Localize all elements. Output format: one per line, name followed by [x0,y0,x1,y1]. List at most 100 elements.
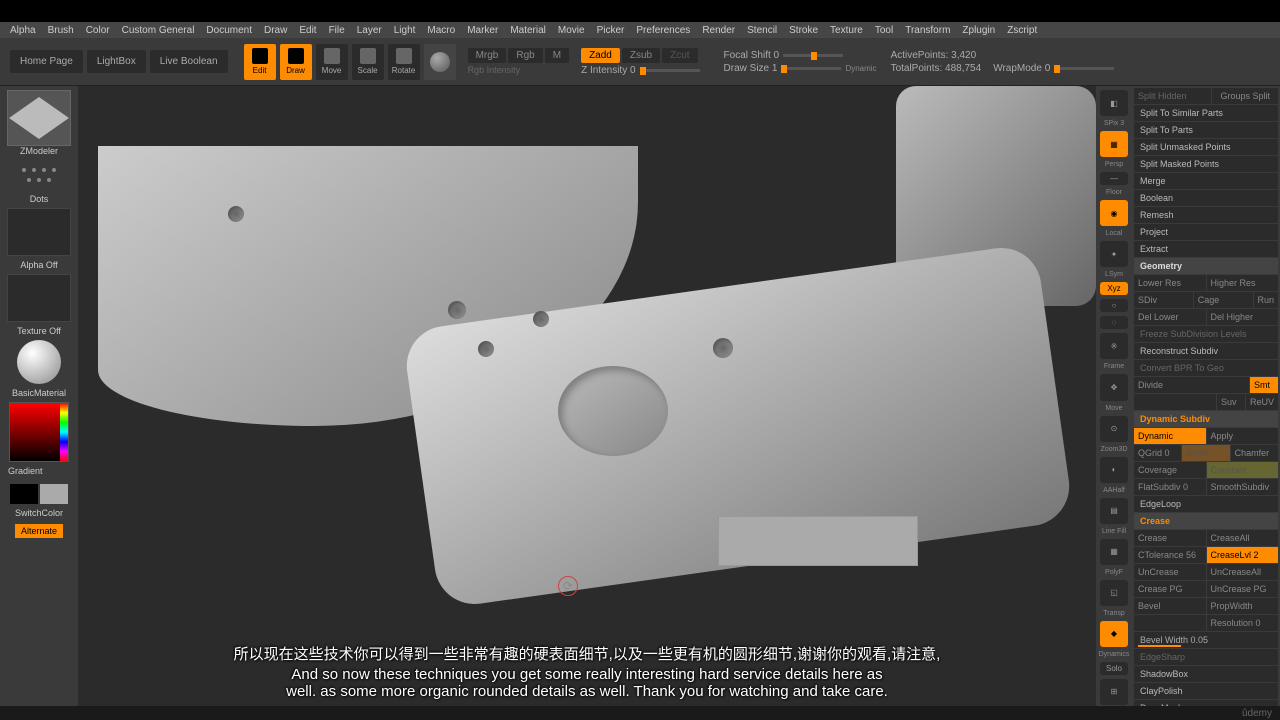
menu-preferences[interactable]: Preferences [636,25,690,36]
menu-macro[interactable]: Macro [427,25,455,36]
viewport[interactable]: 所以现在这些技术你可以得到一些非常有趣的硬表面细节,以及一些更有机的圆形细节,谢… [78,86,1096,720]
menu-zplugin[interactable]: Zplugin [962,25,995,36]
crease-pg[interactable]: Crease PG [1134,581,1206,597]
menu-texture[interactable]: Texture [830,25,863,36]
m-button[interactable]: M [545,48,569,63]
run[interactable]: Run [1254,292,1279,308]
menu-brush[interactable]: Brush [48,25,74,36]
linefill-icon[interactable]: ▤ [1100,498,1128,524]
menu-file[interactable]: File [329,25,345,36]
persp-icon[interactable]: ▦ [1100,131,1128,157]
zmodeler-tool[interactable] [7,90,71,146]
bpr-icon[interactable]: ◧ [1100,90,1128,116]
home-page-button[interactable]: Home Page [10,50,83,73]
lightbox-button[interactable]: LightBox [87,50,146,73]
zoom-icon[interactable]: ⊙ [1100,416,1128,442]
xyz-icon[interactable]: Xyz [1100,282,1128,295]
menu-transform[interactable]: Transform [905,25,950,36]
crease-all[interactable]: CreaseAll [1207,530,1279,546]
divide[interactable]: Divide [1134,377,1249,393]
solo-icon[interactable]: Solo [1100,662,1128,675]
resolution[interactable]: Resolution 0 [1207,615,1279,631]
lower-res[interactable]: Lower Res [1134,275,1206,291]
remesh[interactable]: Remesh [1134,207,1278,223]
mrgb-button[interactable]: Mrgb [468,48,507,63]
menu-movie[interactable]: Movie [558,25,585,36]
zadd-button[interactable]: Zadd [581,48,620,63]
merge[interactable]: Merge [1134,173,1278,189]
bevel-btn[interactable]: Bevel [1134,598,1206,614]
freeze-subdiv[interactable]: Freeze SubDivision Levels [1134,326,1278,342]
flat-subdiv[interactable]: FlatSubdiv 0 [1134,479,1206,495]
menu-stencil[interactable]: Stencil [747,25,777,36]
rotate-mode-button[interactable]: Rotate [388,44,420,80]
edit-mode-button[interactable]: Edit [244,44,276,80]
chamfer[interactable]: Chamfer [1231,445,1278,461]
swatch-black[interactable] [10,484,38,504]
sdiv[interactable]: SDiv [1134,292,1193,308]
uncrease-all[interactable]: UnCreaseAll [1207,564,1279,580]
texture-slot[interactable] [7,274,71,322]
smooth-subdiv[interactable]: SmoothSubdiv [1207,479,1279,495]
menu-material[interactable]: Material [510,25,546,36]
menu-zscript[interactable]: Zscript [1007,25,1037,36]
convert-bpr[interactable]: Convert BPR To Geo [1134,360,1278,376]
menu-tool[interactable]: Tool [875,25,893,36]
menu-picker[interactable]: Picker [597,25,625,36]
prop-width[interactable]: PropWidth [1207,598,1279,614]
material-preview[interactable] [424,44,456,80]
alternate-button[interactable]: Alternate [15,524,63,538]
bevel-slider[interactable]: Bevel [1182,445,1229,461]
menu-document[interactable]: Document [206,25,252,36]
cage[interactable]: Cage [1194,292,1253,308]
rgb-button[interactable]: Rgb [508,48,542,63]
zcut-button[interactable]: Zcut [662,48,697,63]
brush-dots-icon[interactable] [19,168,59,182]
bevel-width-slider[interactable]: Bevel Width 0.05 [1134,632,1278,648]
coverage[interactable]: Coverage [1134,462,1206,478]
menu-draw[interactable]: Draw [264,25,287,36]
polyf-icon[interactable]: ▦ [1100,539,1128,565]
shadowbox[interactable]: ShadowBox [1134,666,1278,682]
claypolish[interactable]: ClayPolish [1134,683,1278,699]
edge-sharp[interactable]: EdgeSharp [1134,649,1278,665]
wrap-mode-slider[interactable] [1054,67,1114,70]
geometry-section[interactable]: Geometry [1134,258,1278,274]
dynamic-subdiv-section[interactable]: Dynamic Subdiv [1134,411,1278,427]
split-similar[interactable]: Split To Similar Parts [1134,105,1278,121]
uncrease-pg[interactable]: UnCrease PG [1207,581,1279,597]
qgrid[interactable]: QGrid 0 [1134,445,1181,461]
center-icon[interactable]: ○ [1100,299,1128,312]
menu-render[interactable]: Render [702,25,735,36]
lsym-icon[interactable]: ✦ [1100,241,1128,267]
scale-mode-button[interactable]: Scale [352,44,384,80]
menu-marker[interactable]: Marker [467,25,498,36]
del-lower[interactable]: Del Lower [1134,309,1206,325]
transp-icon[interactable]: ◱ [1100,580,1128,606]
reuv[interactable]: ReUV [1246,394,1278,410]
menu-alpha[interactable]: Alpha [10,25,36,36]
focal-shift-slider[interactable] [783,54,843,57]
menu-edit[interactable]: Edit [299,25,316,36]
local-icon[interactable]: ◉ [1100,200,1128,226]
alpha-slot[interactable] [7,208,71,256]
z-intensity-slider[interactable] [640,69,700,72]
floor-icon[interactable]: — [1100,172,1128,185]
boolean[interactable]: Boolean [1134,190,1278,206]
edgeloop[interactable]: EdgeLoop [1134,496,1278,512]
del-higher[interactable]: Del Higher [1207,309,1279,325]
groups-split-header[interactable]: Groups Split [1212,88,1278,104]
fit-icon[interactable]: ◌ [1100,316,1128,329]
draw-size-slider[interactable] [781,67,841,70]
swatch-gray[interactable] [40,484,68,504]
ctolerance[interactable]: CTolerance 56 [1134,547,1206,563]
higher-res[interactable]: Higher Res [1207,275,1279,291]
menu-custom[interactable]: Custom General [122,25,195,36]
zsub-button[interactable]: Zsub [622,48,660,63]
material-sphere[interactable] [17,340,61,384]
aahalf-icon[interactable]: ◐ [1100,457,1128,483]
constant[interactable]: Constant [1207,462,1279,478]
dynamics-icon[interactable]: ◆ [1100,621,1128,647]
split-to-parts[interactable]: Split To Parts [1134,122,1278,138]
extract[interactable]: Extract [1134,241,1278,257]
